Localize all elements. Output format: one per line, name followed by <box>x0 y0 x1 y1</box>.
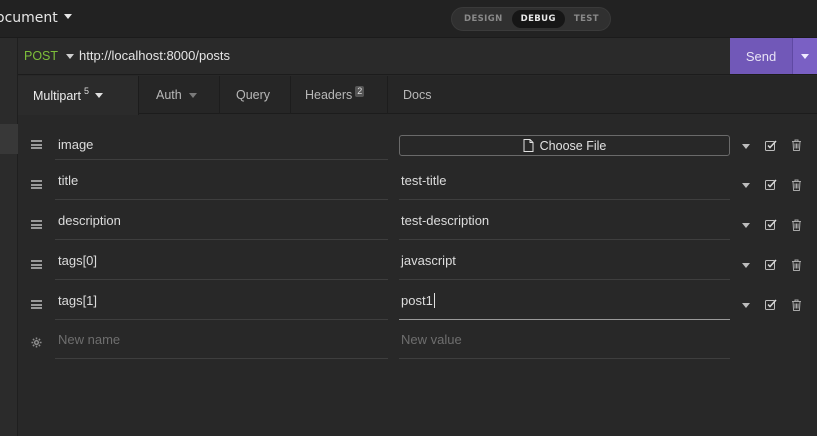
param-value-input[interactable]: post1 <box>399 281 730 320</box>
send-options-button[interactable] <box>792 38 817 74</box>
checkbox-icon[interactable] <box>765 219 777 230</box>
param-row: tags[1] post1 <box>18 281 817 321</box>
param-value-input[interactable]: javascript <box>399 241 730 280</box>
chevron-down-icon <box>188 92 197 98</box>
method-selector[interactable]: POST <box>24 49 58 63</box>
tab-auth[interactable]: Auth <box>139 76 219 114</box>
sidebar-rail <box>0 38 18 436</box>
param-row: tags[0] javascript <box>18 241 817 281</box>
param-name-input[interactable]: description <box>55 201 388 240</box>
tab-label: Multipart <box>33 88 81 103</box>
param-name-input[interactable]: tags[1] <box>55 281 388 320</box>
tab-multipart[interactable]: Multipart 5 <box>18 76 139 115</box>
chevron-down-icon[interactable] <box>742 223 750 228</box>
trash-icon[interactable] <box>791 299 802 311</box>
param-name-input[interactable]: tags[0] <box>55 241 388 280</box>
document-title: ocument <box>0 10 58 26</box>
tab-label: Auth <box>156 88 182 102</box>
new-value-input[interactable]: New value <box>399 320 730 359</box>
param-value-input[interactable]: test-title <box>399 161 730 200</box>
top-bar: ocument DESIGN DEBUG TEST <box>0 0 817 38</box>
new-param-row: New name New value <box>18 320 817 360</box>
chevron-down-icon[interactable] <box>742 144 750 149</box>
tab-docs[interactable]: Docs <box>388 76 458 114</box>
checkbox-icon[interactable] <box>765 140 777 151</box>
param-name-input[interactable]: image <box>55 115 388 160</box>
param-name-input[interactable]: title <box>55 161 388 200</box>
document-title-dropdown[interactable]: ocument <box>0 10 72 26</box>
file-icon <box>523 139 534 152</box>
choose-file-button[interactable]: Choose File <box>399 135 730 156</box>
param-row: description test-description <box>18 201 817 241</box>
tab-label: Query <box>236 88 271 102</box>
chevron-down-icon[interactable] <box>742 263 750 268</box>
drag-handle-icon[interactable] <box>31 260 42 269</box>
sidebar-selected-item[interactable] <box>0 124 18 154</box>
trash-icon[interactable] <box>791 139 802 151</box>
mode-debug-button[interactable]: DEBUG <box>511 10 565 28</box>
chevron-down-icon[interactable] <box>742 303 750 308</box>
tab-query[interactable]: Query <box>220 76 290 114</box>
new-name-input[interactable]: New name <box>55 320 388 359</box>
chevron-down-icon[interactable] <box>94 93 103 98</box>
drag-handle-icon[interactable] <box>31 180 42 189</box>
gear-icon <box>31 337 42 348</box>
text-cursor <box>433 292 435 308</box>
checkbox-icon[interactable] <box>765 299 777 310</box>
trash-icon[interactable] <box>791 179 802 191</box>
tab-badge: 5 <box>83 86 89 96</box>
drag-handle-icon[interactable] <box>31 300 42 309</box>
param-row: image Choose File <box>18 115 817 160</box>
chevron-down-icon[interactable] <box>66 54 74 59</box>
drag-handle-icon[interactable] <box>31 140 42 149</box>
url-input[interactable]: http://localhost:8000/posts <box>79 48 230 63</box>
tab-label: Headers <box>305 88 353 102</box>
drag-handle-icon[interactable] <box>31 220 42 229</box>
tab-label: Docs <box>403 88 432 102</box>
tab-badge: 2 <box>355 85 365 97</box>
chevron-down-icon <box>801 53 809 59</box>
param-row: title test-title <box>18 161 817 201</box>
request-tabs: Multipart 5 Auth Query Headers 2 Docs <box>18 76 817 115</box>
mode-switch: DESIGN DEBUG TEST <box>451 7 611 31</box>
url-bar: POST http://localhost:8000/posts Send <box>18 38 817 75</box>
checkbox-icon[interactable] <box>765 259 777 270</box>
mode-test-button[interactable]: TEST <box>565 10 608 28</box>
chevron-down-icon[interactable] <box>742 183 750 188</box>
multipart-params-table: image Choose File title test-title descr… <box>18 115 817 436</box>
trash-icon[interactable] <box>791 219 802 231</box>
mode-design-button[interactable]: DESIGN <box>455 10 512 28</box>
tab-headers[interactable]: Headers 2 <box>291 76 387 114</box>
send-button[interactable]: Send <box>730 38 792 74</box>
param-value-input[interactable]: test-description <box>399 201 730 240</box>
trash-icon[interactable] <box>791 259 802 271</box>
chevron-down-icon <box>63 13 72 19</box>
checkbox-icon[interactable] <box>765 179 777 190</box>
